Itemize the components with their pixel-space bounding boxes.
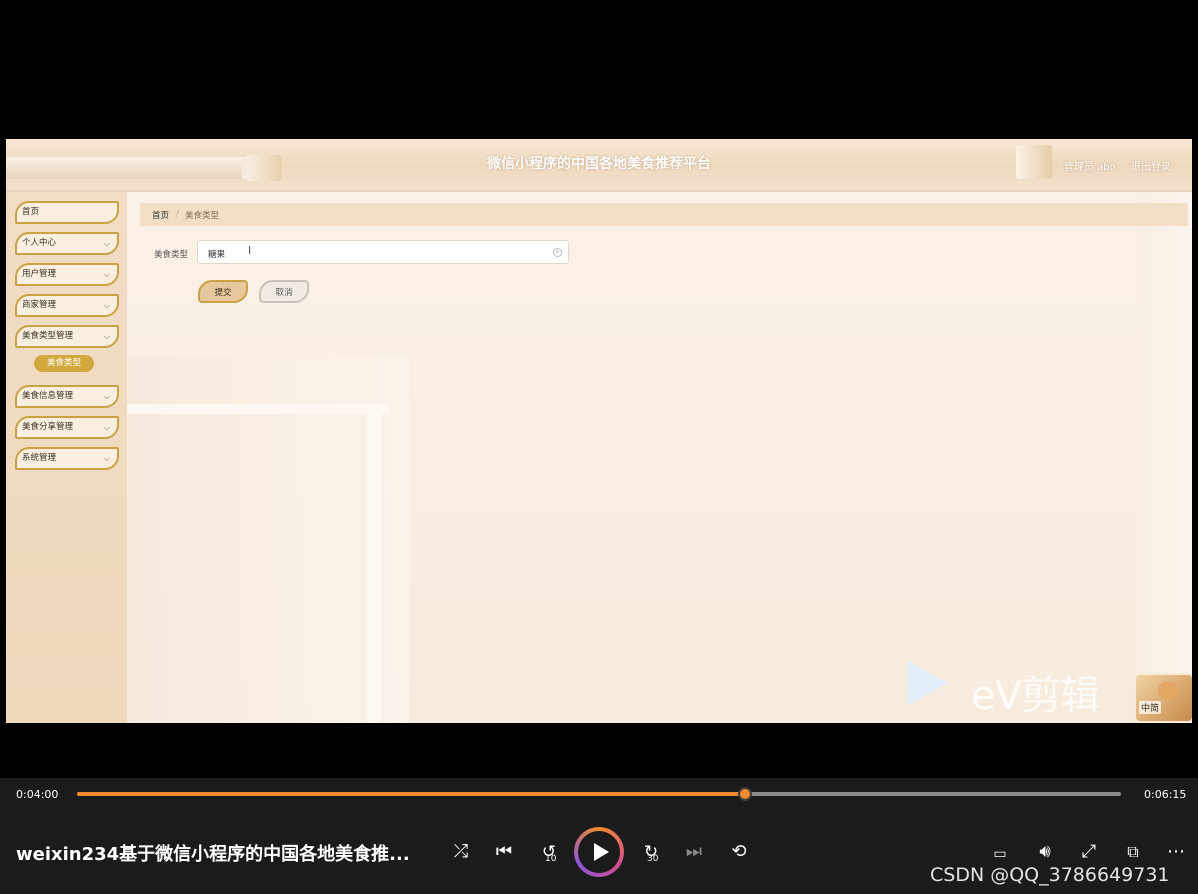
app-title: 微信小程序的中国各地美食推荐平台: [487, 156, 711, 172]
sidebar: 首页 个人中心 ⌵ 用户管理 ⌵ 商家管理 ⌵ 美食类型管理 ⌵ 美食类型 美食…: [6, 192, 127, 723]
submit-button[interactable]: 提交: [198, 280, 248, 303]
sidebar-item-profile[interactable]: 个人中心 ⌵: [15, 232, 119, 255]
sidebar-item-label: 系统管理: [22, 453, 57, 463]
volume-icon[interactable]: 🔊︎: [1034, 842, 1056, 862]
seek-bar-fill: [77, 792, 746, 796]
play-icon: [594, 843, 609, 861]
background-decoration: [1137, 192, 1192, 723]
sidebar-item-users[interactable]: 用户管理 ⌵: [15, 263, 119, 286]
shuffle-icon[interactable]: ⤮: [450, 842, 472, 862]
breadcrumb-current: 美食类型: [185, 211, 220, 221]
clear-icon[interactable]: ×: [553, 248, 562, 257]
play-button[interactable]: [574, 827, 624, 877]
sidebar-subitem-food-type[interactable]: 美食类型: [34, 355, 94, 372]
dog-icon: [1158, 681, 1178, 699]
sticker-label: 中简: [1139, 701, 1162, 714]
ev-logo-icon: [908, 661, 948, 705]
fullscreen-icon[interactable]: ⤢: [1078, 842, 1100, 862]
video-title: weixin234基于微信小程序的中国各地美食推...: [16, 844, 410, 865]
seek-bar[interactable]: [77, 787, 1121, 801]
miniplayer-icon[interactable]: ⧉: [1122, 842, 1144, 862]
sidebar-item-label: 美食信息管理: [22, 391, 74, 401]
background-decoration: [367, 404, 381, 723]
app-header: 微信小程序的中国各地美食推荐平台 管理员 abo 退出登录: [6, 139, 1192, 192]
repeat-icon[interactable]: ⟲: [728, 842, 750, 862]
sidebar-item-label: 美食类型管理: [22, 331, 74, 341]
next-icon[interactable]: ⏭: [684, 842, 704, 862]
shiba-sticker: 中简: [1134, 673, 1192, 723]
ev-watermark: eV剪辑: [971, 673, 1100, 719]
breadcrumb-home[interactable]: 首页: [152, 209, 169, 221]
rewind-10-icon[interactable]: ↺ 10: [538, 842, 560, 864]
chevron-down-icon: ⌵: [103, 423, 110, 432]
video-frame: 微信小程序的中国各地美食推荐平台 管理员 abo 退出登录 首页 个人中心 ⌵ …: [6, 139, 1192, 723]
breadcrumb-separator: /: [176, 209, 179, 219]
play-button-inner: [578, 831, 620, 873]
sidebar-item-food-types[interactable]: 美食类型管理 ⌵: [15, 325, 119, 348]
sidebar-item-food-info[interactable]: 美食信息管理 ⌵: [15, 385, 119, 408]
food-type-value: 糖果: [208, 250, 226, 260]
previous-icon[interactable]: ⏮: [494, 842, 514, 862]
sidebar-item-food-share[interactable]: 美食分享管理 ⌵: [15, 416, 119, 439]
chevron-down-icon: ⌵: [103, 270, 110, 279]
chevron-down-icon: ⌵: [103, 301, 110, 310]
cancel-button[interactable]: 取消: [259, 280, 309, 303]
sidebar-item-home[interactable]: 首页: [15, 201, 119, 224]
sidebar-item-system[interactable]: 系统管理 ⌵: [15, 447, 119, 470]
more-icon[interactable]: ⋯: [1166, 842, 1186, 862]
chevron-down-icon: ⌵: [103, 454, 110, 463]
sidebar-item-merchants[interactable]: 商家管理 ⌵: [15, 294, 119, 317]
food-type-label: 美食类型: [154, 250, 189, 260]
user-label: 管理员 abo: [1064, 162, 1116, 173]
sidebar-item-label: 用户管理: [22, 269, 57, 279]
sidebar-item-label: 商家管理: [22, 300, 57, 310]
sidebar-item-label: 美食分享管理: [22, 422, 74, 432]
breadcrumb: 首页 / 美食类型: [140, 203, 1188, 226]
sidebar-item-label: 首页: [22, 207, 40, 217]
current-time: 0:04:00: [16, 788, 59, 801]
text-cursor-icon: I: [248, 244, 252, 257]
sidebar-item-label: 个人中心: [22, 238, 57, 248]
forward-30-icon[interactable]: ↻ 30: [640, 842, 662, 864]
background-decoration: [127, 404, 389, 414]
csdn-watermark: CSDN @QQ_3786649731: [930, 864, 1170, 886]
chevron-down-icon: ⌵: [103, 392, 110, 401]
media-player-controls: 0:04:00 0:06:15 weixin234基于微信小程序的中国各地美食推…: [0, 778, 1198, 894]
food-type-input[interactable]: 糖果 I ×: [197, 240, 569, 264]
logout-link[interactable]: 退出登录: [1131, 158, 1171, 173]
chevron-down-icon: ⌵: [103, 239, 110, 248]
subtitles-icon[interactable]: ▭: [990, 844, 1010, 864]
seek-thumb[interactable]: [738, 787, 753, 801]
total-time: 0:06:15: [1144, 788, 1187, 801]
main-content: 首页 / 美食类型 美食类型 糖果 I × 提交 取消: [127, 192, 1192, 723]
chevron-down-icon: ⌵: [103, 332, 110, 341]
